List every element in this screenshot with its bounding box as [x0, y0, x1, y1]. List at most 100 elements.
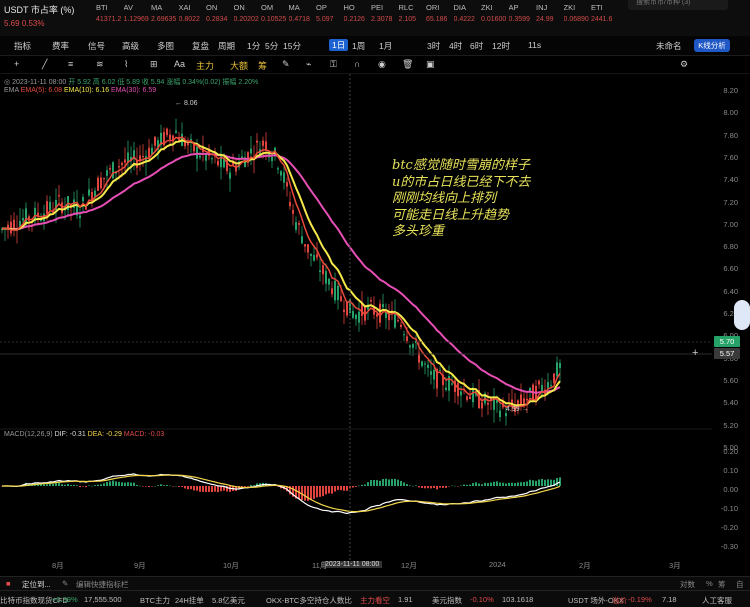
eye-icon[interactable]: ◉ [378, 59, 386, 70]
crosshair-tool-icon[interactable]: + [14, 59, 19, 69]
x-axis-tick: 12月 [401, 561, 417, 570]
brush-icon[interactable]: ⌁ [306, 59, 311, 70]
macd-axis-tick: 0.20 [723, 447, 738, 456]
measure-tool-icon[interactable]: ⊞ [150, 59, 158, 70]
status-dxy-label[interactable]: 美元指数 [432, 595, 462, 606]
magnet-icon[interactable]: ∩ [354, 59, 360, 69]
period-button[interactable]: 周期 [218, 40, 235, 52]
alert-icon[interactable]: ■ [6, 579, 11, 588]
eye-icon[interactable]: ◎ [4, 79, 10, 86]
candle-body [457, 382, 459, 397]
interval-1mo[interactable]: 1月 [379, 40, 392, 52]
macd-bar [94, 485, 96, 486]
lock-icon[interactable]: ⚿ [330, 59, 337, 70]
macd-bar [427, 486, 429, 489]
macd-bar [133, 482, 135, 486]
macd-bar [187, 486, 189, 490]
candle-body [100, 177, 102, 189]
interval-6h[interactable]: 6时 [470, 40, 483, 52]
macd-bar [193, 486, 195, 491]
macd-bar [67, 484, 69, 486]
layout-name[interactable]: 未命名 [656, 40, 682, 52]
candle-body [334, 280, 336, 301]
macd-bar [397, 479, 399, 486]
candle-body [559, 363, 561, 369]
line-tool-icon[interactable]: ╱ [42, 59, 47, 70]
macd-bar [142, 486, 144, 487]
candle-body [22, 217, 24, 221]
log-scale-toggle[interactable]: 对数 [680, 579, 695, 590]
fib-tool-icon[interactable]: ≋ [96, 59, 104, 70]
interval-4h[interactable]: 4时 [449, 40, 462, 52]
macd-bar [511, 482, 513, 486]
macd-bar [391, 479, 393, 486]
pattern-tool-icon[interactable]: ⌇ [124, 59, 128, 70]
y-axis-tick: 8.20 [723, 86, 738, 95]
customer-service-button[interactable]: 人工客服 [702, 595, 732, 606]
fee-rate-button[interactable]: 费率 [52, 40, 69, 52]
macd-bar [457, 486, 459, 487]
locate-button[interactable]: 定位到... [22, 579, 51, 590]
edit-icon[interactable]: ✎ [62, 579, 68, 588]
interval-15m[interactable]: 15分 [283, 40, 301, 52]
macd-legend-label[interactable]: MACD(12,26,9) [4, 431, 53, 438]
camera-icon[interactable]: ▣ [426, 59, 435, 70]
candle-body [439, 369, 441, 371]
status-btc-main-label[interactable]: BTC主力 [140, 595, 170, 606]
macd-bar [466, 484, 468, 486]
macd-bar [316, 486, 318, 498]
search-input[interactable]: 搜索币币/币种 (3) [628, 0, 728, 10]
interval-1m[interactable]: 1分 [247, 40, 260, 52]
interval-12h[interactable]: 12时 [492, 40, 510, 52]
pair-selector[interactable]: USDT 市占率 (%) 5.69 0.53% [4, 3, 90, 33]
legend-date: 2023-11-11 08:00 [12, 79, 67, 86]
multi-chart-button[interactable]: 多图 [157, 40, 174, 52]
candle-body [211, 158, 213, 160]
candle-body [61, 202, 63, 214]
status-btc-main-value: 5.8亿美元 [212, 596, 245, 605]
chip-toggle[interactable]: 筹 [718, 579, 726, 590]
interval-1d[interactable]: 1日 [329, 39, 349, 51]
edit-shortcut-link[interactable]: 编辑快捷指标栏 [76, 579, 129, 590]
candle-body [310, 253, 312, 256]
trash-icon[interactable]: 🗑 [402, 59, 413, 70]
advanced-button[interactable]: 高级 [122, 40, 139, 52]
candle-body [430, 371, 432, 375]
big-order-button[interactable]: 大额 [230, 59, 248, 72]
kline-chart[interactable] [0, 74, 712, 574]
interval-1w[interactable]: 1周 [352, 40, 365, 52]
candle-body [229, 172, 231, 179]
interval-3h[interactable]: 3时 [427, 40, 440, 52]
candle-body [322, 265, 324, 275]
settings-icon[interactable]: ⚙ [680, 59, 688, 70]
candle-body [487, 402, 489, 405]
chip-button[interactable]: 筹 [258, 59, 267, 72]
y-axis-tick: 7.00 [723, 219, 738, 229]
text-tool[interactable]: Aa [174, 59, 185, 69]
candle-body [121, 162, 123, 166]
macd-bar [367, 482, 369, 486]
macd-bar [145, 486, 147, 487]
crosshair-date-label: 2023-11-11 08:00 [322, 561, 383, 568]
percent-toggle[interactable]: % [706, 579, 713, 588]
status-longshort-label[interactable]: OKX-BTC多空持仓人数比 [266, 595, 352, 606]
candle-body [262, 140, 264, 146]
macd-bar [490, 482, 492, 486]
channel-tool-icon[interactable]: ≡ [68, 59, 73, 69]
main-force-button[interactable]: 主力 [196, 59, 214, 72]
ticker-item[interactable]: ETI 2441.6 [591, 3, 629, 33]
pair-name: USDT 市占率 (%) [4, 5, 75, 15]
add-alert-icon[interactable]: + [692, 347, 698, 359]
macd-bar [157, 485, 159, 486]
pencil-icon[interactable]: ✎ [282, 59, 290, 70]
auto-toggle[interactable]: 自 [736, 579, 744, 590]
assistant-robot-icon[interactable] [734, 300, 750, 330]
indicators-button[interactable]: 指标 [14, 40, 31, 52]
macd-bar [253, 485, 255, 486]
ema-legend-label[interactable]: EMA [4, 87, 19, 94]
k-analysis-button[interactable]: K线分析 [694, 39, 730, 52]
signal-button[interactable]: 信号 [88, 40, 105, 52]
replay-button[interactable]: 复盘 [192, 40, 209, 52]
macd-bar [445, 486, 447, 488]
interval-5m[interactable]: 5分 [265, 40, 278, 52]
